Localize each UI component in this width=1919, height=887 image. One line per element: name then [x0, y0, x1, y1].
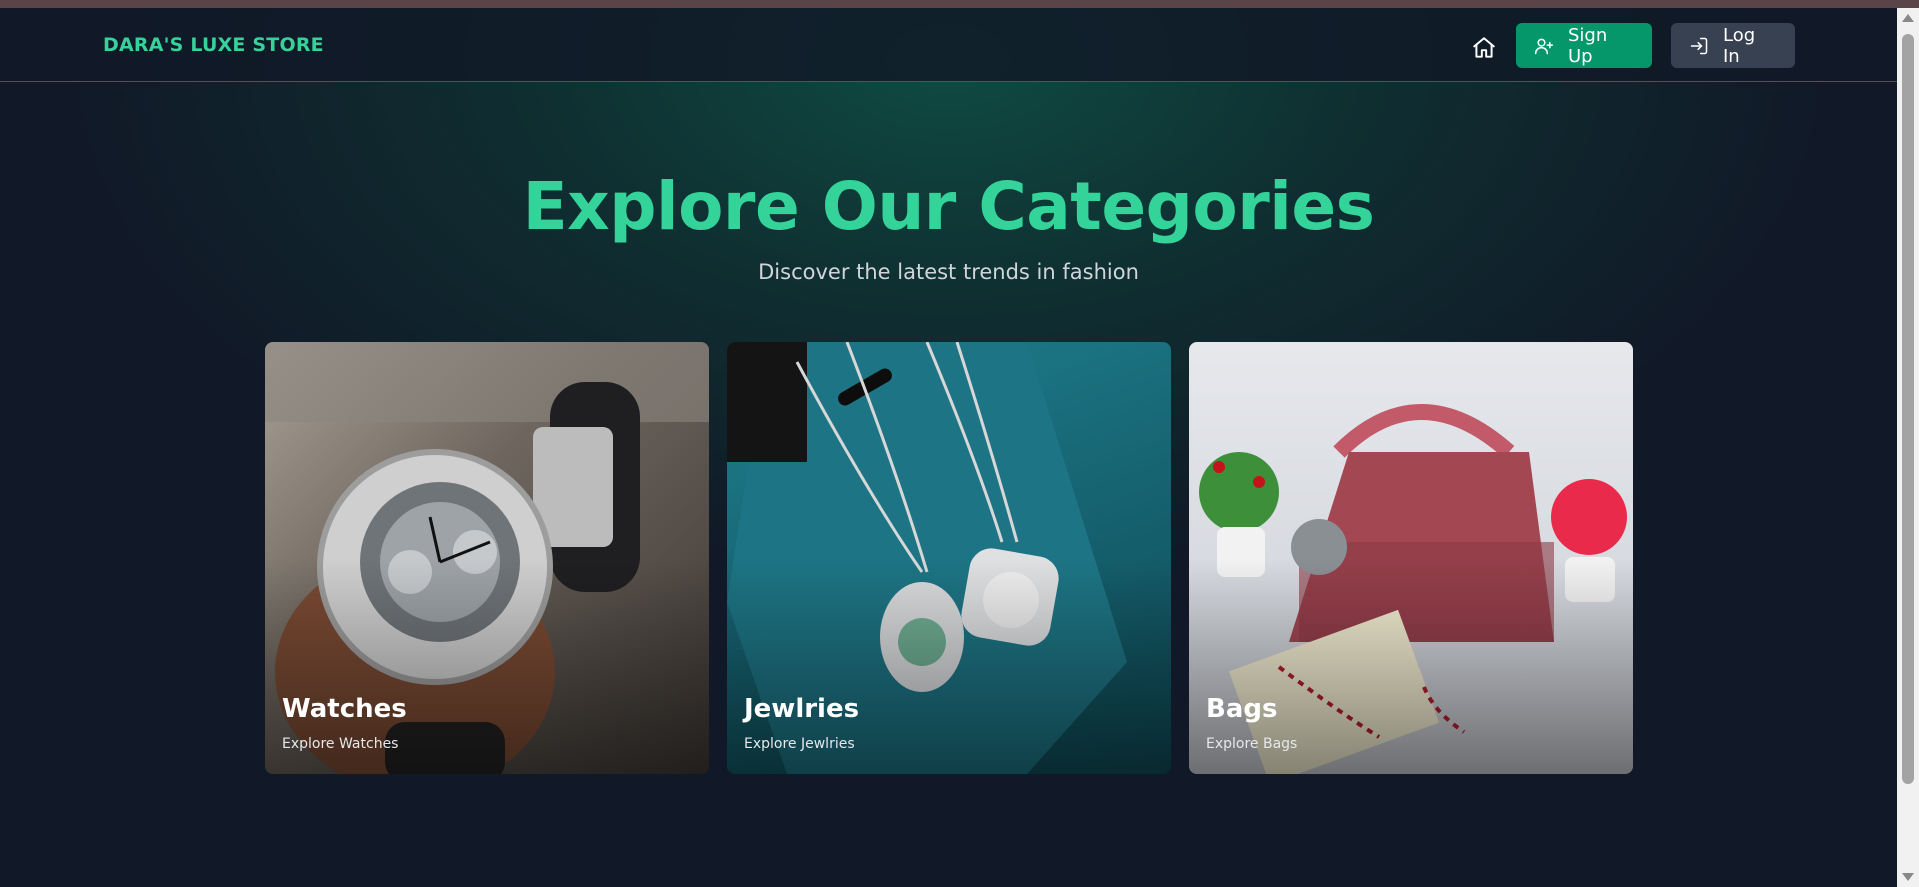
brand-logo[interactable]: DARA'S LUXE STORE	[103, 34, 324, 56]
navbar: DARA'S LUXE STORE Sign Up Log In	[0, 8, 1897, 82]
category-card-bags[interactable]: Bags Explore Bags	[1189, 342, 1633, 774]
scrollbar[interactable]	[1897, 8, 1919, 887]
scroll-down-arrow-icon[interactable]	[1902, 873, 1914, 881]
signup-label: Sign Up	[1568, 24, 1608, 67]
login-button[interactable]: Log In	[1671, 23, 1795, 68]
login-icon	[1690, 37, 1708, 54]
user-plus-icon	[1534, 38, 1554, 54]
scroll-up-arrow-icon[interactable]	[1902, 14, 1914, 22]
page-title: Explore Our Categories	[522, 168, 1375, 245]
home-button[interactable]	[1468, 32, 1500, 64]
login-label: Log In	[1723, 24, 1756, 67]
card-title: Bags	[1206, 694, 1278, 724]
scrollbar-thumb[interactable]	[1902, 34, 1914, 784]
card-title: Jewlries	[744, 694, 860, 724]
signup-button[interactable]: Sign Up	[1516, 23, 1652, 68]
page-subtitle: Discover the latest trends in fashion	[758, 260, 1139, 284]
category-card-watches[interactable]: Watches Explore Watches	[265, 342, 709, 774]
card-title: Watches	[282, 694, 407, 724]
card-link[interactable]: Explore Bags	[1206, 736, 1297, 752]
card-link[interactable]: Explore Watches	[282, 736, 398, 752]
home-icon	[1473, 37, 1495, 58]
browser-top-strip	[0, 0, 1919, 8]
page: DARA'S LUXE STORE Sign Up Log In Explore…	[0, 8, 1897, 887]
card-link[interactable]: Explore Jewlries	[744, 736, 855, 752]
category-card-jewlries[interactable]: Jewlries Explore Jewlries	[727, 342, 1171, 774]
